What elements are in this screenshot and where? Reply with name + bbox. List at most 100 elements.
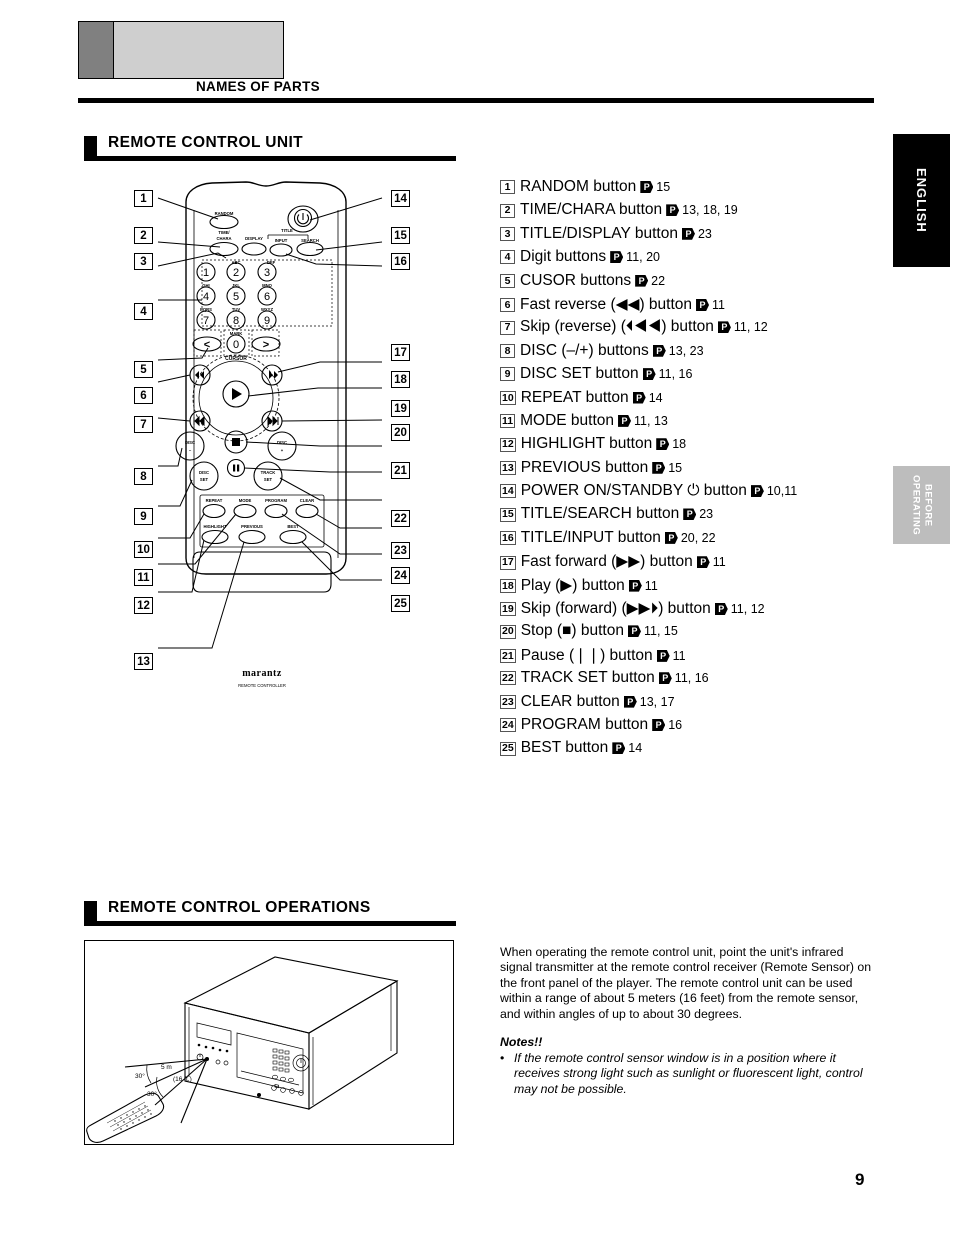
page-reference-icon: P — [642, 368, 656, 381]
note-text: If the remote control sensor window is i… — [514, 1051, 863, 1096]
parts-list-label: Pause (❘❘) button — [520, 646, 653, 664]
parts-list-label: Play (▶) button — [520, 576, 625, 594]
operations-text-block: When operating the remote control unit, … — [500, 945, 875, 1097]
svg-text:5: 5 — [233, 291, 239, 303]
parts-list-label: DISC SET button — [520, 365, 639, 383]
parts-list-item: 6 Fast reverse (◀◀) button P 11 — [500, 295, 900, 318]
svg-text:8: 8 — [233, 315, 239, 327]
notes-list: • If the remote control sensor window is … — [500, 1051, 875, 1097]
page-reference-icon: P — [652, 344, 666, 357]
parts-list-number: 12 — [500, 437, 516, 452]
parts-list-pages: 23 — [699, 507, 714, 522]
svg-text:–: – — [189, 448, 192, 453]
svg-text:30°: 30° — [135, 1072, 145, 1080]
remote-control-diagram: .ol { fill:none; stroke:#000; stroke-wid… — [120, 180, 420, 690]
chapter-title: NAMES OF PARTS — [196, 79, 320, 94]
parts-list-label: POWER ON/STANDBY ⏻ button — [520, 482, 747, 500]
parts-list-item: 20 Stop (■) button P 11, 15 — [500, 622, 900, 645]
page-reference-icon: P — [658, 672, 672, 685]
parts-list-item: 16 TITLE/INPUT button P 20, 22 — [500, 529, 900, 552]
svg-text:marantz: marantz — [242, 668, 282, 679]
parts-list-item: 19 Skip (forward) (▶▶⏵) button P 11, 12 — [500, 599, 900, 622]
parts-list-label: REPEAT button — [520, 388, 629, 406]
svg-text:DISC: DISC — [185, 440, 195, 445]
parts-list: 1 RANDOM button P 15 2 TIME/CHARA button P 13, … — [500, 178, 900, 763]
page-reference-icon: P — [656, 438, 670, 451]
parts-list-item: 8 DISC (–/+) buttons P 13, 23 — [500, 342, 900, 365]
svg-text:0: 0 — [233, 339, 239, 351]
page-reference-icon: P — [652, 461, 666, 474]
svg-text:6: 6 — [264, 291, 270, 303]
parts-list-label: Skip (forward) (▶▶⏵) button — [520, 600, 711, 618]
parts-list-number: 17 — [500, 555, 516, 570]
svg-text:MODE: MODE — [239, 498, 252, 503]
parts-list-pages: 11, 16 — [658, 367, 693, 382]
parts-list-number: 11 — [500, 414, 516, 429]
svg-text:TIME/: TIME/ — [218, 230, 230, 235]
page-reference-icon: P — [696, 556, 710, 569]
parts-list-label: TIME/CHARA button — [520, 201, 663, 219]
page-reference-icon: P — [681, 227, 695, 240]
svg-text:DISPLAY: DISPLAY — [245, 236, 263, 241]
section-marker-square-2 — [84, 901, 97, 921]
parts-list-item: 15 TITLE/SEARCH button P 23 — [500, 505, 900, 528]
header-block-dark — [78, 21, 113, 79]
side-tab-english: ENGLISH — [893, 134, 950, 267]
svg-text:PROGRAM: PROGRAM — [265, 498, 287, 503]
page-reference-icon: P — [612, 742, 626, 755]
svg-text:CHARA: CHARA — [216, 236, 231, 241]
note-item: • If the remote control sensor window is … — [500, 1051, 875, 1097]
parts-list-item: 13 PREVIOUS button P 15 — [500, 459, 900, 482]
parts-list-item: 21 Pause (❘❘) button P 11 — [500, 646, 900, 669]
svg-text:5 m: 5 m — [161, 1064, 172, 1071]
page-reference-icon: P — [640, 181, 654, 193]
parts-list-number: 4 — [500, 250, 515, 265]
parts-list-pages: 11 — [712, 555, 726, 570]
parts-list-number: 22 — [500, 671, 516, 686]
page-reference-icon: P — [750, 485, 764, 498]
page-reference-icon: P — [628, 579, 642, 592]
svg-text:1: 1 — [203, 267, 209, 279]
header-color-blocks — [78, 21, 284, 79]
page-number: 9 — [855, 1170, 865, 1189]
notes-title: Notes!! — [500, 1035, 543, 1050]
page-reference-icon: P — [610, 251, 624, 264]
svg-text:2: 2 — [233, 267, 239, 279]
parts-list-item: 3 TITLE/DISPLAY button P 23 — [500, 225, 900, 248]
page-reference-icon: P — [683, 508, 697, 521]
parts-list-label: BEST button — [520, 739, 609, 757]
parts-list-pages: 10,11 — [766, 484, 798, 499]
parts-list-number: 9 — [500, 367, 515, 382]
parts-list-item: 9 DISC SET button P 11, 16 — [500, 365, 900, 388]
parts-list-pages: 11, 12 — [730, 602, 765, 617]
page-reference-icon: P — [664, 531, 678, 544]
parts-list-number: 7 — [500, 320, 515, 335]
svg-text:TRACK: TRACK — [261, 470, 276, 475]
parts-list-label: CLEAR button — [520, 692, 620, 710]
parts-list-item: 23 CLEAR button P 13, 17 — [500, 693, 900, 716]
parts-list-label: Digit buttons — [520, 248, 607, 266]
parts-list-pages: 15 — [668, 460, 683, 475]
parts-list-item: 18 Play (▶) button P 11 — [500, 576, 900, 599]
parts-list-pages: 22 — [651, 273, 666, 288]
parts-list-label: Fast reverse (◀◀) button — [520, 295, 693, 313]
svg-text:4: 4 — [203, 291, 209, 303]
parts-list-label: DISC (–/+) buttons — [520, 341, 649, 359]
page-reference-icon: P — [656, 649, 670, 662]
parts-list-item: 11 MODE button P 11, 13 — [500, 412, 900, 435]
svg-text:DISC: DISC — [199, 470, 209, 475]
parts-list-pages: 13, 17 — [639, 694, 675, 709]
section-underline-2 — [84, 921, 456, 926]
parts-list-pages: 13, 18, 19 — [682, 203, 738, 218]
svg-text:TITLE: TITLE — [281, 228, 293, 233]
parts-list-pages: 11, 13 — [634, 413, 668, 428]
parts-list-label: HIGHLIGHT button — [520, 435, 653, 453]
parts-list-pages: 11, 12 — [733, 320, 768, 335]
parts-list-number: 19 — [500, 602, 516, 617]
parts-list-number: 24 — [500, 718, 516, 733]
header-block-light — [113, 21, 284, 79]
parts-list-item: 25 BEST button P 14 — [500, 739, 900, 762]
svg-text:SET: SET — [200, 477, 209, 482]
parts-list-label: Stop (■) button — [520, 622, 624, 640]
svg-text:>: > — [263, 339, 269, 351]
